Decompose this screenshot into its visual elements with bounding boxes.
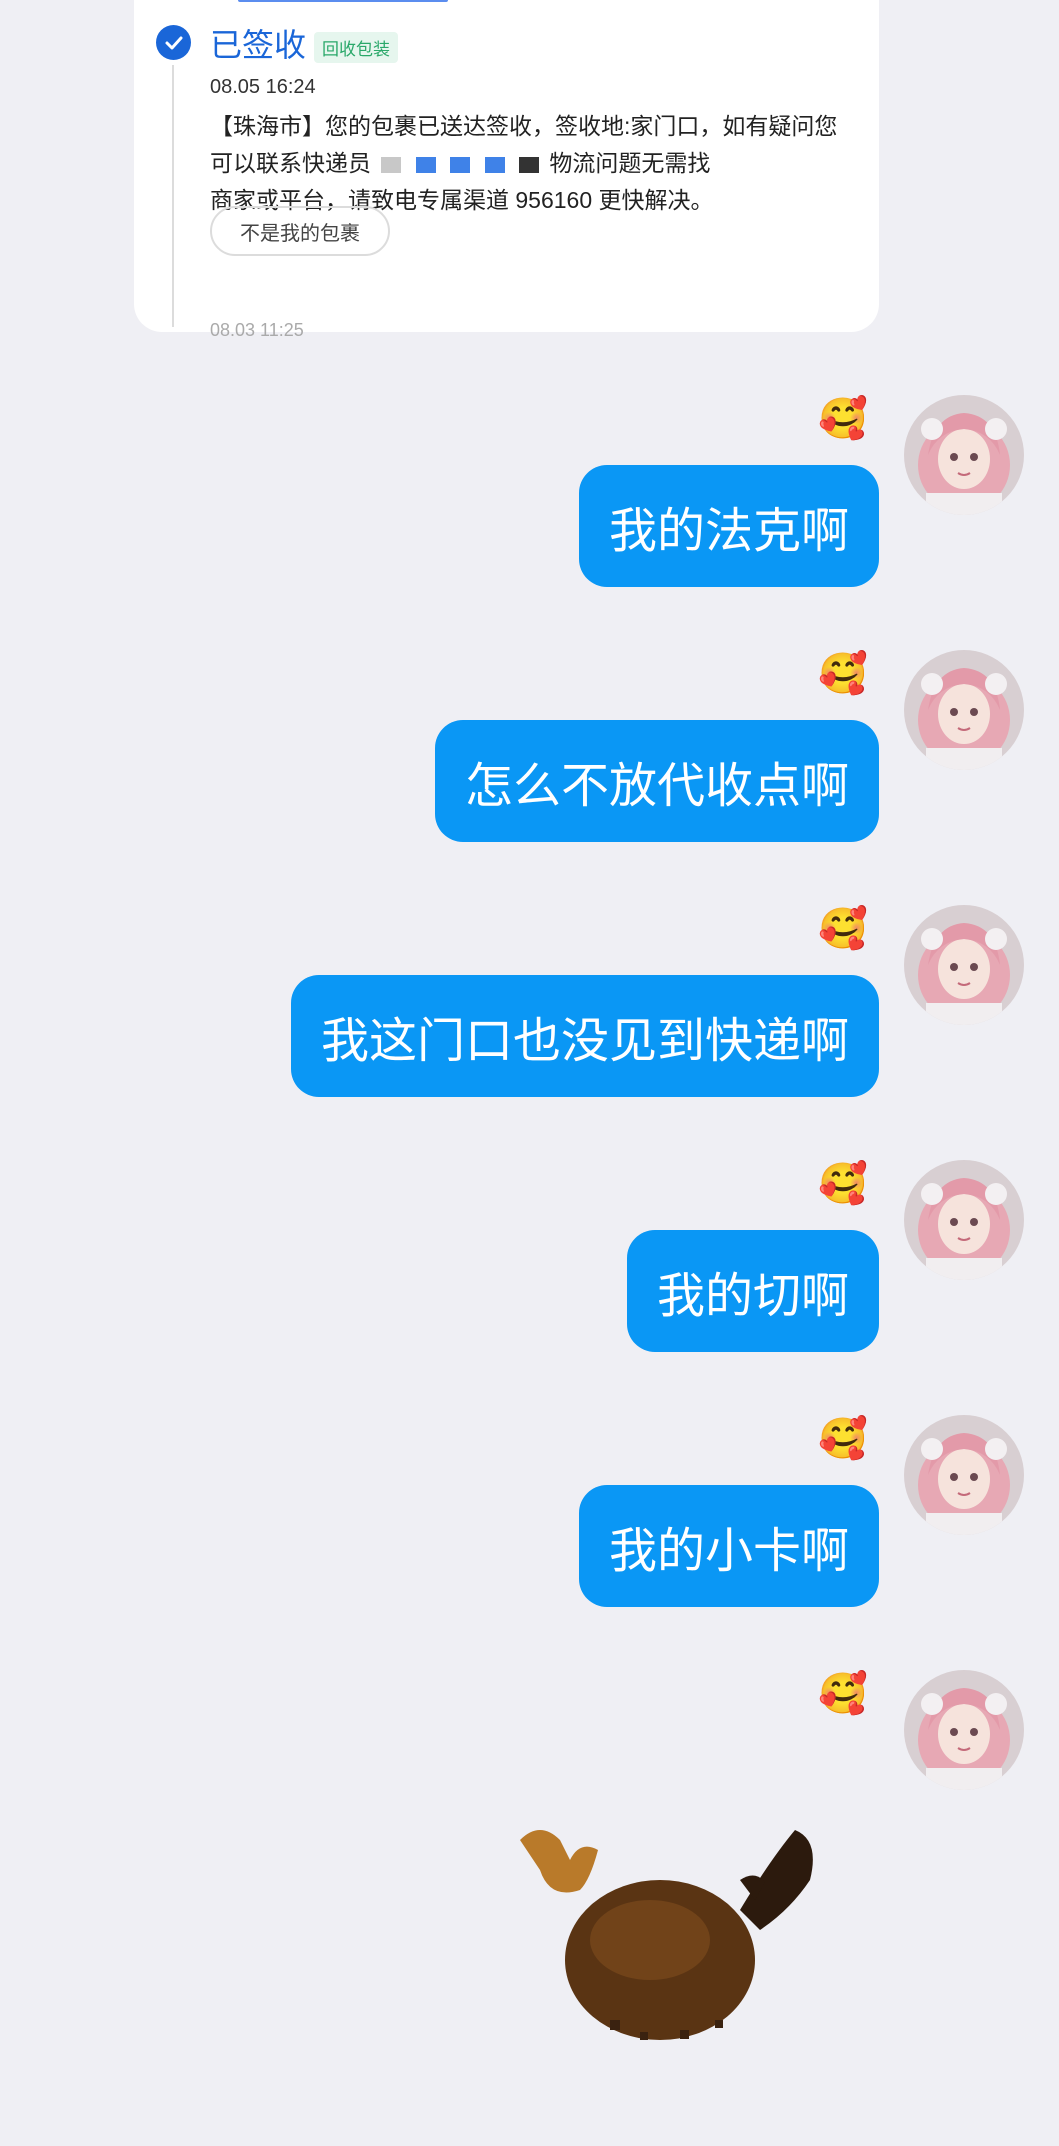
desc-line-2b: 物流问题无需找 — [549, 150, 711, 176]
timeline-line — [172, 65, 174, 327]
redaction-mask — [518, 156, 539, 173]
avatar[interactable] — [904, 395, 1024, 515]
avatar-girl-icon — [904, 395, 1024, 515]
check-circle-icon — [156, 25, 191, 60]
message-bubble[interactable]: 我的法克啊 — [578, 465, 879, 587]
event-time: 08.05 16:24 — [210, 76, 316, 98]
status-title: 已签收 — [210, 27, 307, 63]
message-row: 🥰 我的法克啊 — [0, 395, 1059, 595]
message-bubble[interactable]: 我这门口也没见到快递啊 — [290, 975, 879, 1097]
redaction-mask — [484, 156, 505, 173]
tracking-card: 已签收 回收包装 08.05 16:24 【珠海市】您的包裹已送达签收，签收地:… — [134, 0, 879, 340]
redaction-mask — [415, 156, 436, 173]
not-my-package-button[interactable]: 不是我的包裹 — [210, 206, 390, 256]
previous-event-time: 08.03 11:25 — [210, 320, 304, 340]
avatar-girl-icon — [904, 1160, 1024, 1280]
message-row: 🥰 我的切啊 — [0, 1160, 1059, 1360]
avatar[interactable] — [904, 1415, 1024, 1535]
emoji-reaction: 🥰 — [818, 1672, 868, 1716]
emoji-reaction: 🥰 — [818, 1162, 868, 1206]
avatar-girl-icon — [904, 1670, 1024, 1790]
emoji-reaction: 🥰 — [818, 907, 868, 951]
status-badge[interactable]: 回收包装 — [314, 32, 398, 63]
message-bubble[interactable]: 我的切啊 — [626, 1230, 879, 1352]
avatar[interactable] — [904, 905, 1024, 1025]
desc-line-1: 【珠海市】您的包裹已送达签收，签收地:家门口，如有疑问您 — [210, 113, 838, 139]
avatar[interactable] — [904, 1160, 1024, 1280]
message-row: 🥰 怎么不放代收点啊 — [0, 650, 1059, 850]
redaction-mask — [381, 156, 402, 173]
event-description: 【珠海市】您的包裹已送达签收，签收地:家门口，如有疑问您 可以联系快递员 物流问… — [210, 108, 860, 219]
message-bubble[interactable]: 怎么不放代收点啊 — [434, 720, 879, 842]
message-bubble[interactable]: 我的小卡啊 — [578, 1485, 879, 1607]
avatar-girl-icon — [904, 650, 1024, 770]
redaction-mask — [450, 156, 471, 173]
desc-line-2a: 可以联系快递员 — [210, 150, 371, 176]
message-row: 🥰 我这门口也没见到快递啊 — [0, 905, 1059, 1105]
avatar[interactable] — [904, 1670, 1024, 1790]
avatar-girl-icon — [904, 1415, 1024, 1535]
tab-indicator — [238, 0, 448, 2]
emoji-reaction: 🥰 — [818, 1417, 868, 1461]
avatar[interactable] — [904, 650, 1024, 770]
emoji-reaction: 🥰 — [818, 652, 868, 696]
avatar-girl-icon — [904, 905, 1024, 1025]
message-row: 🥰 我的小卡啊 — [0, 1415, 1059, 1615]
emoji-reaction: 🥰 — [818, 397, 868, 441]
sticker-image[interactable] — [510, 1820, 850, 2060]
